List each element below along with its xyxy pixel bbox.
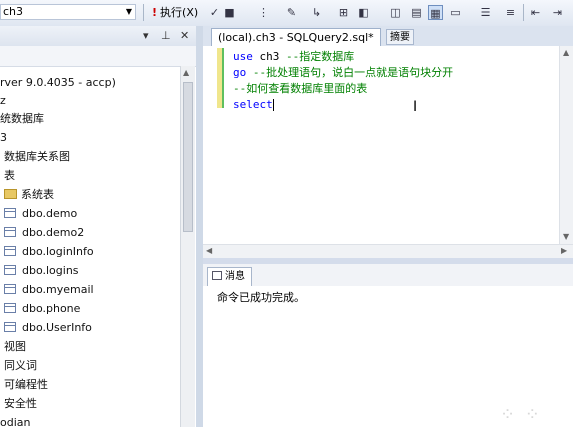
tree-item-programmability[interactable]: 可编程性 [4,376,48,394]
execute-label: 执行(X) [160,6,199,19]
pane-splitter[interactable] [196,26,203,427]
options-icon[interactable]: ◧ [356,5,371,20]
table-icon [4,303,16,313]
execute-button[interactable]: ! 执行(X) [152,5,198,21]
table-icon [4,265,16,275]
database-select-value: ch3 [3,5,24,18]
pin-icon[interactable]: ⊥ [161,29,171,42]
code-area[interactable]: use ch3 --指定数据库 go --批处理语句，说白一点就是语句块分开 -… [233,49,453,113]
object-explorer-toolbar [0,46,196,67]
results-grid-icon[interactable]: ▦ [428,5,443,20]
indent-icon[interactable]: ⇥ [550,5,565,20]
window-position-icon[interactable]: ▾ [143,29,149,42]
outdent-icon[interactable]: ⇤ [528,5,543,20]
scroll-up-icon[interactable]: ▲ [183,68,189,77]
code-line: --如何查看数据库里面的表 [233,82,368,95]
code-line: use ch3 --指定数据库 [233,50,355,63]
table-row[interactable]: dbo.demo [4,205,77,223]
sql-editor[interactable]: use ch3 --指定数据库 go --批处理语句，说白一点就是语句块分开 -… [203,46,559,244]
table-icon [4,227,16,237]
chevron-down-icon: ▼ [125,7,132,16]
scroll-up-icon[interactable]: ▲ [563,48,569,57]
tree-item-database[interactable]: 3 [0,129,7,147]
tree-item-synonyms[interactable]: 同义词 [4,357,37,375]
tab-summary[interactable]: 摘要 [386,29,414,45]
check-icon[interactable]: ✓ [207,5,222,20]
debug-icon[interactable]: ↳ [309,5,324,20]
code-line: select [233,98,274,111]
table-row[interactable]: dbo.loginInfo [4,243,94,261]
query-toolbar: ch3 ▼ ! 执行(X) ✓ ■ ⋮ ✎ ↳ ⊞ ◧ ◫ ▤ ▦ ▭ ☰ ≡ ⇤… [0,0,573,27]
tree-item-diagrams[interactable]: 数据库关系图 [4,148,70,166]
tree-item-system-tables[interactable]: 系统表 [4,186,54,204]
execute-icon: ! [152,6,158,19]
tab-messages[interactable]: 消息 [207,267,252,286]
query-design-icon[interactable]: ✎ [284,5,299,20]
change-marker [217,48,224,108]
result-message: 命令已成功完成。 [217,291,305,304]
toolbar-separator [523,4,524,21]
table-row[interactable]: dbo.demo2 [4,224,84,242]
close-icon[interactable]: ✕ [180,29,189,42]
table-icon [4,322,16,332]
object-explorer-header: ▾ ⊥ ✕ [0,26,196,47]
results-text-icon[interactable]: ◫ [388,5,403,20]
explorer-scrollbar[interactable]: ▲ [180,66,195,427]
editor-horizontal-scrollbar[interactable]: ◀ ▶ [203,244,573,259]
table-row[interactable]: dbo.phone [4,300,80,318]
document-tabs: (local).ch3 - SQLQuery2.sql* 摘要 [203,26,573,47]
scroll-right-icon[interactable]: ▶ [561,246,567,255]
object-explorer-tree: rver 9.0.4035 - accp) z 统数据库 3 数据库关系图 表 … [0,70,180,427]
message-icon [212,270,222,280]
table-row[interactable]: dbo.logins [4,262,79,280]
tree-item[interactable]: z [0,92,6,110]
scroll-left-icon[interactable]: ◀ [206,246,212,255]
show-plan-icon[interactable]: ⊞ [336,5,351,20]
ibeam-cursor-icon: I [413,99,418,115]
tree-item[interactable]: odian [0,414,30,427]
messages-icon[interactable]: ▭ [448,5,463,20]
stop-icon[interactable]: ■ [222,5,237,20]
tree-item-security[interactable]: 安全性 [4,395,37,413]
scroll-down-icon[interactable]: ▼ [563,232,569,241]
tree-item-system-databases[interactable]: 统数据库 [0,110,44,128]
results-file-icon[interactable]: ▤ [409,5,424,20]
text-caret [272,99,274,111]
table-row[interactable]: dbo.myemail [4,281,94,299]
table-icon [4,284,16,294]
database-select[interactable]: ch3 ▼ [0,4,136,20]
folder-icon [4,189,17,199]
table-icon [4,246,16,256]
scroll-thumb[interactable] [183,82,193,232]
tab-sqlquery2[interactable]: (local).ch3 - SQLQuery2.sql* [211,28,381,46]
tree-item-views[interactable]: 视图 [4,338,26,356]
results-tabs: 消息 [203,264,573,287]
parse-icon[interactable]: ⋮ [256,5,271,20]
tree-item-server[interactable]: rver 9.0.4035 - accp) [0,74,116,92]
toolbar-separator [143,4,144,21]
comment-icon[interactable]: ☰ [478,5,493,20]
table-icon [4,208,16,218]
loading-spinner-icon: ⁘ ⁘ [500,404,542,425]
editor-vertical-scrollbar[interactable]: ▲ ▼ [559,46,573,244]
uncomment-icon[interactable]: ≡ [503,5,518,20]
table-row[interactable]: dbo.UserInfo [4,319,92,337]
code-line: go --批处理语句，说白一点就是语句块分开 [233,66,454,79]
tree-item-tables[interactable]: 表 [4,167,15,185]
